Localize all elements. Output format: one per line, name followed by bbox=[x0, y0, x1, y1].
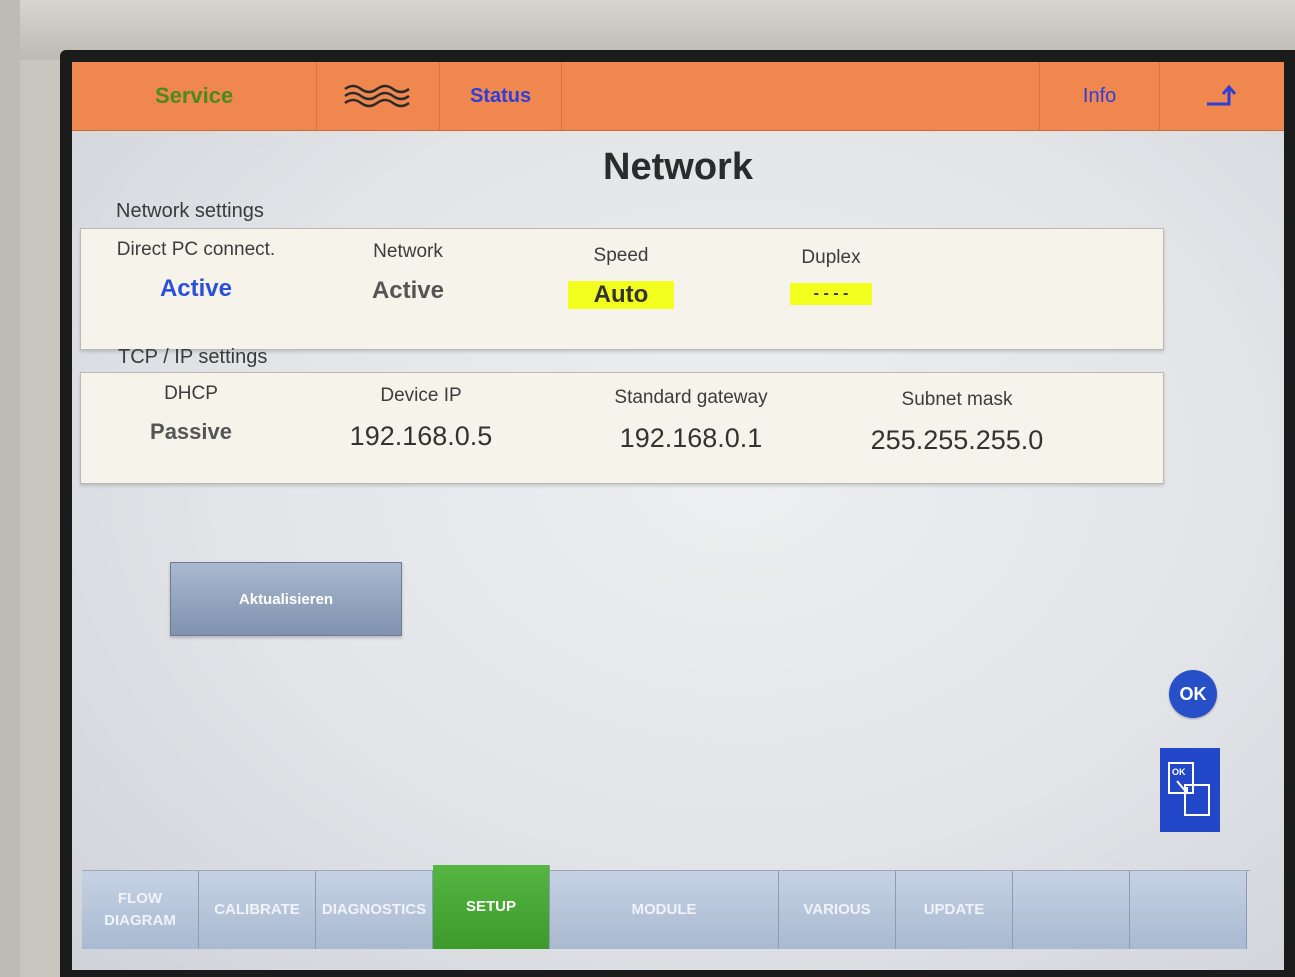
tab-status[interactable]: Status bbox=[440, 62, 563, 130]
tab-setup[interactable]: SETUP bbox=[433, 865, 550, 949]
subnet-mask-header: Subnet mask bbox=[901, 389, 1013, 410]
duplex-value[interactable]: - - - - bbox=[789, 283, 873, 305]
tab-update[interactable]: UPDATE bbox=[896, 871, 1013, 949]
tab-module[interactable]: MODULE bbox=[550, 871, 779, 949]
waves-icon[interactable] bbox=[317, 62, 440, 130]
tcpip-settings-panel: DHCP Passive Device IP 192.168.0.5 Stand… bbox=[80, 372, 1164, 484]
display: Service Status Info Network Network sett… bbox=[72, 62, 1284, 970]
device-ip-header: Device IP bbox=[380, 385, 462, 406]
tab-calibrate[interactable]: CALIBRATE bbox=[199, 871, 316, 949]
ok-swap-icon[interactable]: OK bbox=[1160, 748, 1220, 832]
tab-service[interactable]: Service bbox=[72, 62, 318, 130]
tab-info[interactable]: Info bbox=[1040, 62, 1161, 130]
network-settings-label: Network settings bbox=[116, 200, 264, 222]
speed-setting: Speed Auto bbox=[531, 245, 711, 309]
ok-button[interactable]: OK bbox=[1169, 670, 1217, 718]
topbar-empty-cell bbox=[562, 62, 1040, 130]
page-title: Network bbox=[603, 146, 753, 188]
duplex-header: Duplex bbox=[801, 247, 861, 268]
dhcp-setting: DHCP Passive bbox=[101, 383, 281, 445]
back-arrow-icon[interactable] bbox=[1160, 62, 1284, 130]
bottom-nav: FLOW DIAGRAM CALIBRATE DIAGNOSTICS SETUP… bbox=[82, 865, 1250, 949]
network-status: Network Active bbox=[313, 241, 503, 305]
duplex-setting: Duplex - - - - bbox=[741, 247, 921, 305]
tab-diagnostics[interactable]: DIAGNOSTICS bbox=[316, 871, 433, 949]
tab-various[interactable]: VARIOUS bbox=[779, 871, 896, 949]
speed-header: Speed bbox=[593, 245, 649, 266]
gateway-header: Standard gateway bbox=[614, 387, 768, 408]
gateway-setting: Standard gateway 192.168.0.1 bbox=[581, 387, 801, 454]
tcpip-settings-label: TCP / IP settings bbox=[118, 346, 268, 368]
subnet-mask-value[interactable]: 255.255.255.0 bbox=[837, 425, 1077, 456]
tab-empty-1[interactable] bbox=[1013, 871, 1130, 949]
device-bezel-left bbox=[0, 0, 20, 977]
ok-swap-graphic: OK bbox=[1168, 762, 1210, 816]
speed-value[interactable]: Auto bbox=[567, 281, 675, 309]
device-ip-value[interactable]: 192.168.0.5 bbox=[321, 421, 521, 452]
direct-pc-connect-header: Direct PC connect. bbox=[116, 239, 276, 260]
direct-pc-connect-value[interactable]: Active bbox=[91, 275, 301, 303]
network-value[interactable]: Active bbox=[313, 277, 503, 305]
dhcp-header: DHCP bbox=[164, 383, 218, 404]
back-arrow-graphic bbox=[1207, 84, 1237, 106]
network-header: Network bbox=[373, 241, 443, 262]
top-bar: Service Status Info bbox=[72, 62, 1284, 131]
waves-icon-graphic bbox=[344, 84, 410, 108]
tab-flow-diagram[interactable]: FLOW DIAGRAM bbox=[82, 871, 199, 949]
subnet-mask-setting: Subnet mask 255.255.255.0 bbox=[837, 389, 1077, 456]
network-settings-panel: Direct PC connect. Active Network Active… bbox=[80, 228, 1164, 350]
update-button[interactable]: Aktualisieren bbox=[170, 562, 402, 636]
tab-empty-2[interactable] bbox=[1130, 871, 1247, 949]
dhcp-value[interactable]: Passive bbox=[101, 419, 281, 445]
ok-swap-text: OK bbox=[1172, 767, 1186, 777]
gateway-value[interactable]: 192.168.0.1 bbox=[581, 423, 801, 454]
device-ip-setting: Device IP 192.168.0.5 bbox=[321, 385, 521, 452]
direct-pc-connect: Direct PC connect. Active bbox=[91, 239, 301, 303]
